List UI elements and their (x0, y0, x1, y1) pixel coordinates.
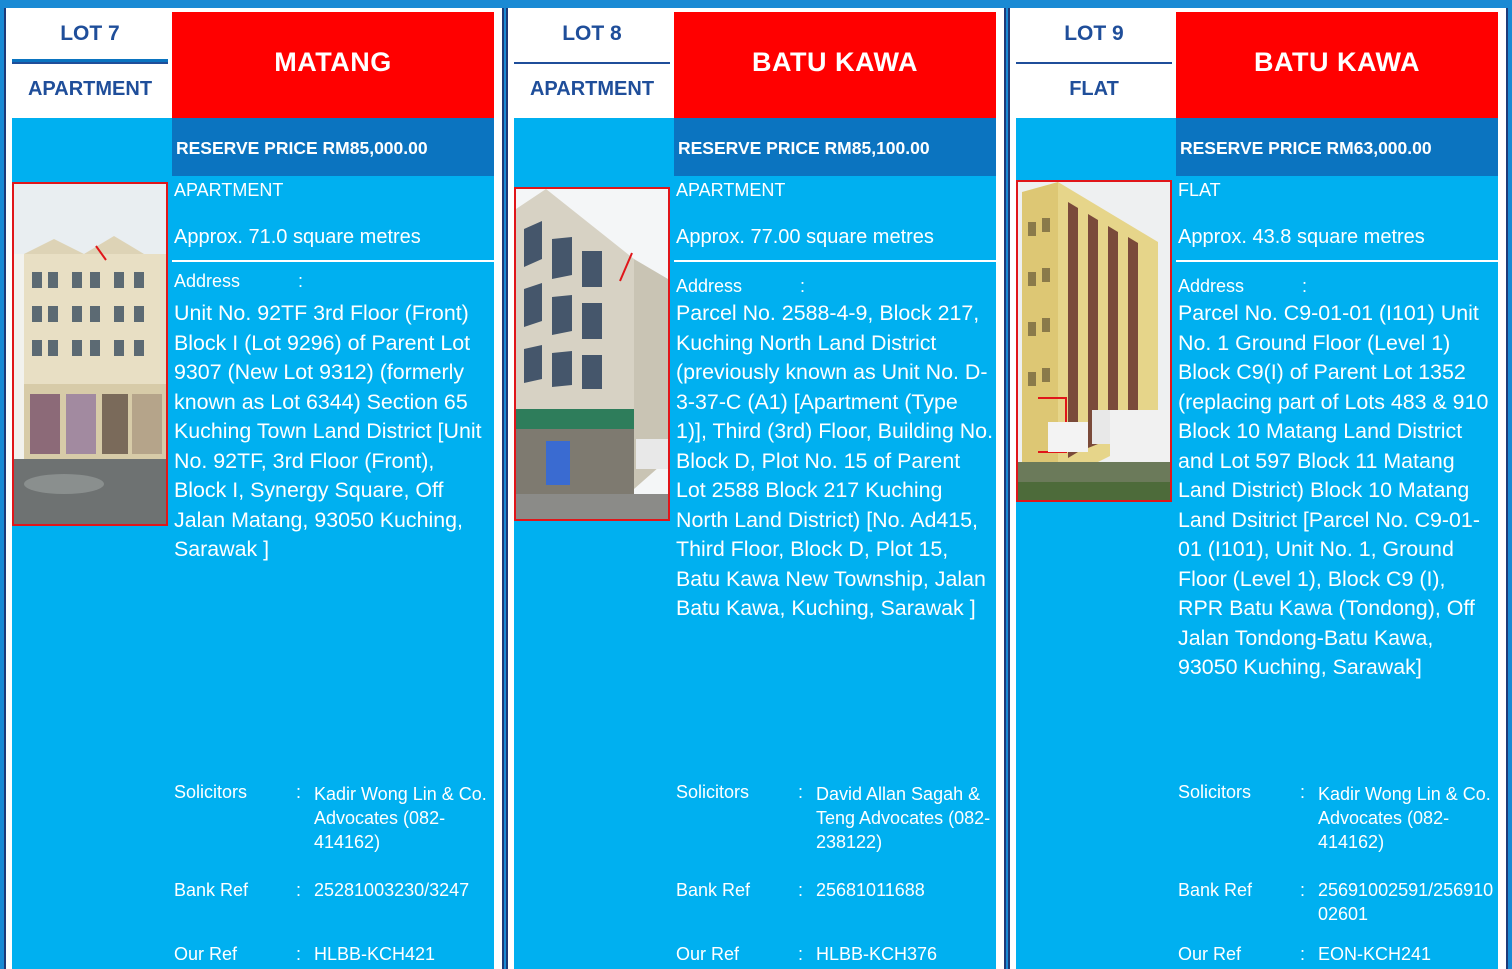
address-colon: : (298, 271, 304, 291)
our-ref-label: Our Ref (1178, 944, 1242, 964)
bank-ref-label: Bank Ref (174, 880, 249, 900)
our-ref-value: HLBB-KCH376 (816, 944, 938, 964)
bank-ref-label: Bank Ref (676, 880, 751, 900)
lot-number: LOT 9 (1016, 12, 1172, 59)
our-ref-colon: : (798, 944, 804, 964)
address-label: Address (676, 276, 743, 296)
reserve-price: RESERVE PRICE RM63,000.00 (1176, 118, 1498, 176)
reserve-price: RESERVE PRICE RM85,000.00 (172, 118, 494, 176)
solicitors-value: David Allan Sagah & Teng Advocates (082-… (816, 784, 991, 852)
our-ref-value: HLBB-KCH421 (314, 944, 436, 964)
lot-9-card: LOT 9 FLAT BATU KAWA RESERVE PRICE RM63,… (1016, 12, 1500, 969)
apartment-photo-image (14, 184, 166, 524)
apartment-photo-image (516, 189, 668, 519)
lot-type-header: FLAT (1016, 64, 1172, 116)
lot-location: BATU KAWA (1176, 12, 1498, 118)
property-type: APARTMENT (676, 180, 786, 200)
bank-ref-value: 25281003230/3247 (314, 880, 470, 900)
our-ref-label: Our Ref (676, 944, 740, 964)
bank-ref-colon: : (798, 880, 804, 900)
lot-7-card: LOT 7 APARTMENT MATANG RESERVE PRICE RM8… (12, 12, 496, 969)
address-colon: : (1302, 276, 1308, 296)
address-text: Parcel No. C9-01-01 (I101) Unit No. 1 Gr… (1178, 301, 1489, 679)
bank-ref-value: 25681011688 (816, 880, 925, 900)
lot-9-header: LOT 9 FLAT (1016, 12, 1172, 118)
solicitors-colon: : (1300, 782, 1306, 802)
solicitors-colon: : (296, 782, 302, 802)
lot-8-card: LOT 8 APARTMENT BATU KAWA RESERVE PRICE … (514, 12, 998, 969)
lot-8-content: RESERVE PRICE RM85,100.00 APARTMENT Appr… (514, 118, 996, 969)
area-divider (1176, 260, 1498, 262)
solicitors-label: Solicitors (174, 782, 248, 802)
lot-location: MATANG (172, 12, 494, 118)
address-label: Address (1178, 276, 1245, 296)
solicitors-label: Solicitors (676, 782, 750, 802)
lot-9-panel: LOT 9 FLAT BATU KAWA RESERVE PRICE RM63,… (1008, 8, 1508, 969)
lot-7-content: RESERVE PRICE RM85,000.00 APARTMENT Appr… (12, 118, 494, 969)
bank-ref-colon: : (296, 880, 302, 900)
property-photo (1016, 180, 1172, 502)
property-area: Approx. 71.0 square metres (174, 226, 421, 248)
flat-photo-image (1018, 182, 1170, 500)
our-ref-value: EON-KCH241 (1318, 944, 1432, 964)
bank-ref-value: 25691002591/25691002601 (1318, 880, 1494, 924)
address-text: Parcel No. 2588-4-9, Block 217, Kuching … (676, 301, 994, 620)
bank-ref-label: Bank Ref (1178, 880, 1253, 900)
our-ref-colon: : (1300, 944, 1306, 964)
address-colon: : (800, 276, 806, 296)
lot-type-header: APARTMENT (514, 64, 670, 116)
property-photo (514, 187, 670, 521)
property-type: APARTMENT (174, 180, 284, 200)
lot-8-panel: LOT 8 APARTMENT BATU KAWA RESERVE PRICE … (506, 8, 1006, 969)
reserve-price: RESERVE PRICE RM85,100.00 (674, 118, 996, 176)
property-area: Approx. 77.00 square metres (676, 226, 934, 248)
lot-7-header: LOT 7 APARTMENT (12, 12, 168, 118)
our-ref-colon: : (296, 944, 302, 964)
property-area: Approx. 43.8 square metres (1178, 226, 1425, 248)
solicitors-label: Solicitors (1178, 782, 1252, 802)
bank-ref-colon: : (1300, 880, 1306, 900)
address-text: Unit No. 92TF 3rd Floor (Front) Block I … (174, 301, 482, 561)
solicitors-value: Kadir Wong Lin & Co. Advocates (082-4141… (314, 784, 487, 852)
area-divider (674, 260, 996, 262)
lot-9-content: RESERVE PRICE RM63,000.00 FLAT Approx. 4… (1016, 118, 1498, 969)
lot-number: LOT 7 (12, 12, 168, 59)
area-divider (172, 260, 494, 262)
lot-8-header: LOT 8 APARTMENT (514, 12, 670, 118)
solicitors-value: Kadir Wong Lin & Co. Advocates (082-4141… (1318, 784, 1491, 852)
lot-type-header: APARTMENT (12, 64, 168, 116)
our-ref-label: Our Ref (174, 944, 238, 964)
lot-location: BATU KAWA (674, 12, 996, 118)
property-type: FLAT (1178, 180, 1221, 200)
address-label: Address (174, 271, 241, 291)
solicitors-colon: : (798, 782, 804, 802)
property-photo (12, 182, 168, 526)
lot-7-panel: LOT 7 APARTMENT MATANG RESERVE PRICE RM8… (4, 8, 504, 969)
lot-number: LOT 8 (514, 12, 670, 59)
